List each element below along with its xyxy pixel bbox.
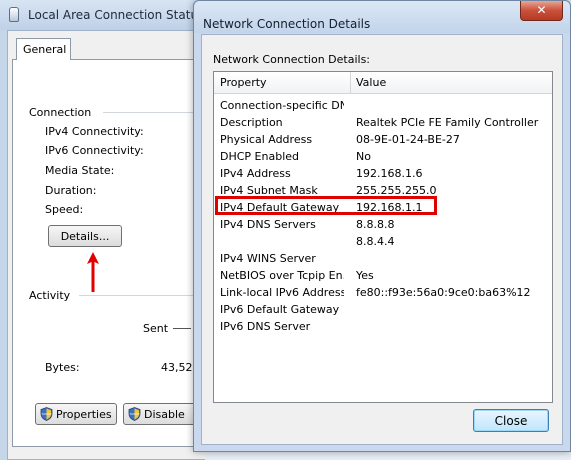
bg-title-bar[interactable]: Local Area Connection Status	[0, 0, 205, 30]
details-list[interactable]: Property Value Connection-specific DN...…	[213, 71, 553, 403]
connection-divider	[103, 112, 203, 113]
table-row[interactable]: Connection-specific DN...	[214, 97, 552, 114]
bg-window-title: Local Area Connection Status	[28, 8, 205, 22]
value-cell: Realtek PCIe FE Family Controller	[356, 116, 539, 129]
details-button[interactable]: Details...	[48, 225, 122, 247]
value-cell: fe80::f93e:56a0:9ce0:ba63%12	[356, 286, 531, 299]
property-cell: Physical Address	[220, 133, 313, 146]
dialog-title-bar[interactable]: Network Connection Details ✕	[194, 1, 570, 33]
value-cell: 8.8.4.4	[356, 235, 395, 248]
activity-divider	[79, 295, 209, 296]
property-cell: DHCP Enabled	[220, 150, 300, 163]
red-arrow-annotation	[87, 252, 99, 292]
property-cell: NetBIOS over Tcpip En...	[220, 269, 344, 282]
table-row[interactable]: IPv6 Default Gateway	[214, 301, 552, 318]
column-header-value[interactable]: Value	[356, 76, 386, 89]
column-header-property[interactable]: Property	[220, 76, 267, 89]
property-cell: IPv4 WINS Server	[220, 252, 316, 265]
value-cell: 8.8.8.8	[356, 218, 395, 231]
activity-group-label: Activity	[29, 289, 71, 302]
table-row[interactable]: 8.8.4.4	[214, 233, 552, 250]
general-panel: Connection IPv4 Connectivity: IPv6 Conne…	[12, 59, 209, 447]
close-icon[interactable]: ✕	[520, 1, 563, 21]
dialog-client-area: Network Connection Details: Property Val…	[201, 34, 563, 445]
close-button[interactable]: Close	[473, 409, 549, 432]
ipv6-connectivity-label: IPv6 Connectivity:	[45, 144, 144, 157]
media-state-label: Media State:	[45, 164, 115, 177]
table-row[interactable]: Link-local IPv6 Address fe80::f93e:56a0:9…	[214, 284, 552, 301]
property-cell: IPv6 Default Gateway	[220, 303, 340, 316]
bg-client-area: General Connection IPv4 Connectivity: IP…	[7, 30, 209, 460]
table-row[interactable]: IPv4 DNS Servers 8.8.8.8	[214, 216, 552, 233]
table-row[interactable]: DHCP Enabled No	[214, 148, 552, 165]
property-cell: Description	[220, 116, 283, 129]
property-cell: IPv4 DNS Servers	[220, 218, 316, 231]
network-connection-details-dialog: Network Connection Details ✕ Network Con…	[193, 0, 571, 452]
shield-icon	[40, 407, 53, 421]
value-cell: 192.168.1.6	[356, 167, 423, 180]
tab-general[interactable]: General	[16, 38, 71, 60]
property-cell: IPv6 DNS Server	[220, 320, 311, 333]
speed-label: Speed:	[45, 203, 84, 216]
table-row[interactable]: IPv4 Address 192.168.1.6	[214, 165, 552, 182]
table-row[interactable]: NetBIOS over Tcpip En... Yes	[214, 267, 552, 284]
value-cell: Yes	[356, 269, 374, 282]
table-row[interactable]: IPv4 WINS Server	[214, 250, 552, 267]
table-row[interactable]: Description Realtek PCIe FE Family Contro…	[214, 114, 552, 131]
ipv4-address-highlight	[215, 196, 437, 215]
sent-label: Sent	[143, 322, 169, 335]
local-area-connection-status-window: Local Area Connection Status General Con…	[0, 0, 209, 460]
value-cell: 08-9E-01-24-BE-27	[356, 133, 460, 146]
ipv4-connectivity-label: IPv4 Connectivity:	[45, 125, 144, 138]
dialog-title: Network Connection Details	[203, 17, 371, 31]
list-header: Property Value	[214, 72, 552, 94]
properties-button-label: Properties	[56, 408, 112, 421]
table-row[interactable]: IPv6 DNS Server	[214, 318, 552, 335]
column-divider[interactable]	[350, 72, 351, 94]
duration-label: Duration:	[45, 184, 97, 197]
bytes-label: Bytes:	[45, 361, 80, 374]
property-cell: IPv4 Address	[220, 167, 291, 180]
properties-button[interactable]: Properties	[35, 403, 117, 425]
value-cell: No	[356, 150, 371, 163]
shield-icon	[128, 407, 141, 421]
disable-button[interactable]: Disable	[123, 403, 203, 425]
connection-group-label: Connection	[29, 106, 92, 119]
details-header-label: Network Connection Details:	[213, 53, 371, 66]
disable-button-label: Disable	[144, 408, 185, 421]
table-row[interactable]: Physical Address 08-9E-01-24-BE-27	[214, 131, 552, 148]
property-cell: Link-local IPv6 Address	[220, 286, 344, 299]
property-cell: Connection-specific DN...	[220, 99, 344, 112]
sent-dash	[173, 328, 191, 329]
network-adapter-icon	[9, 7, 19, 22]
